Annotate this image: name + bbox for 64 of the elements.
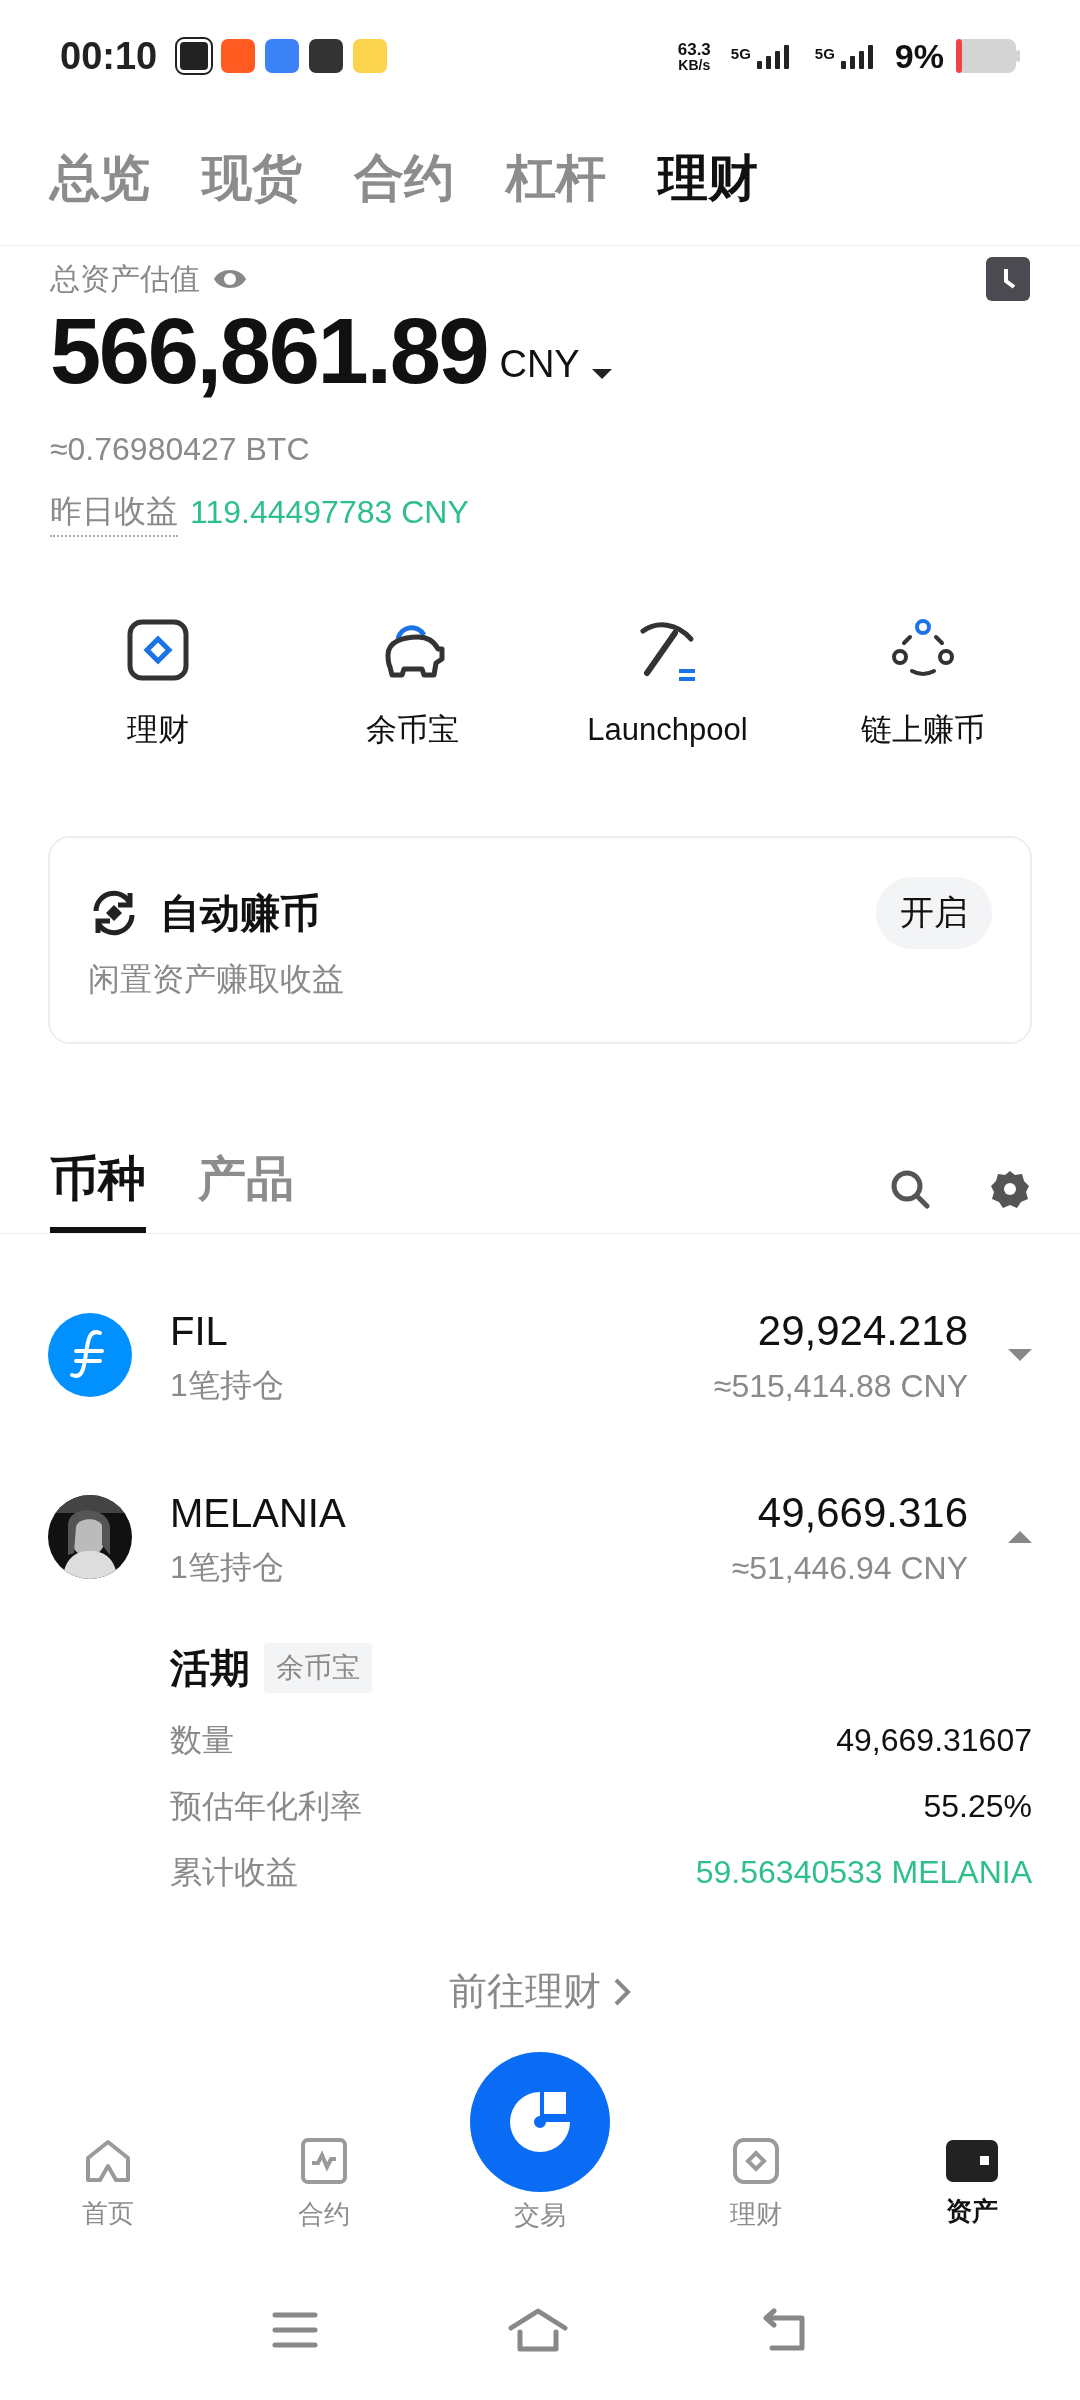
- yesterday-earnings: 119.44497783 CNY: [190, 493, 469, 532]
- position-count: 1笔持仓: [170, 1365, 284, 1405]
- shortcut-label: Launchpool: [587, 711, 748, 749]
- battery-percent: 9%: [894, 35, 944, 77]
- position-count: 1笔持仓: [170, 1547, 285, 1587]
- coin-amount: 49,669.316: [757, 1488, 968, 1538]
- coin-row[interactable]: FIL 1笔持仓 29,924.218 ≈515,414.88 CNY: [0, 1263, 1080, 1446]
- coin-symbol: MELANIA: [170, 1489, 346, 1537]
- nav-tab[interactable]: 资产: [864, 2110, 1080, 2260]
- history-icon[interactable]: [986, 256, 1030, 301]
- app-icon: [177, 39, 212, 73]
- trade-logo-icon[interactable]: [470, 2052, 610, 2192]
- btc-equivalent: ≈0.76980427 BTC: [50, 430, 311, 469]
- asset-label: 总资产估值: [50, 261, 200, 297]
- shortcut-label: 理财: [126, 711, 189, 749]
- home-icon[interactable]: [508, 2308, 568, 2352]
- caret-down-icon[interactable]: [591, 367, 612, 381]
- currency-selector[interactable]: CNY: [499, 336, 580, 393]
- shortcut[interactable]: 链上赚币: [795, 615, 1050, 754]
- coin-symbol: FIL: [170, 1307, 229, 1355]
- detail-label: 累计收益: [170, 1852, 298, 1892]
- app-icon: [221, 39, 256, 73]
- home-icon: [84, 2137, 132, 2184]
- detail-label: 数量: [170, 1720, 234, 1760]
- coin-amount: 29,924.218: [757, 1306, 968, 1356]
- app-icon: [353, 39, 388, 73]
- detail-value: 59.56340533 MELANIA: [695, 1852, 1032, 1892]
- network-type: 5G: [730, 44, 751, 64]
- auto-earn-subtitle: 闲置资产赚取收益: [88, 959, 345, 999]
- nav-tab[interactable]: 合约: [216, 2110, 432, 2260]
- product-title: 活期: [170, 1644, 250, 1692]
- clock: 00:10: [60, 33, 158, 79]
- settings-icon[interactable]: [990, 1168, 1030, 1209]
- enable-button[interactable]: 开启: [876, 876, 992, 949]
- coin-value: ≈51,446.94 CNY: [731, 1549, 968, 1588]
- search-icon[interactable]: [890, 1168, 930, 1209]
- coin-row[interactable]: MELANIA 1笔持仓 49,669.316 ≈51,446.94 CNY: [0, 1445, 1080, 1628]
- detail-value: 49,669.31607: [836, 1720, 1032, 1760]
- menu-icon[interactable]: [272, 2311, 318, 2349]
- detail-label: 预估年化利率: [170, 1786, 362, 1826]
- coin-value: ≈515,414.88 CNY: [713, 1367, 968, 1406]
- chevron-right-icon[interactable]: [613, 1976, 631, 2007]
- wallet-icon: [946, 2139, 998, 2182]
- shortcut[interactable]: 理财: [30, 615, 285, 754]
- auto-earn-title: 自动赚币: [160, 889, 320, 937]
- network-speed-unit: KB/s: [678, 57, 711, 72]
- tab[interactable]: 理财: [658, 141, 758, 216]
- chart-icon: [300, 2136, 348, 2185]
- battery-icon: [956, 39, 1020, 73]
- diamond-card-icon: [732, 2136, 780, 2185]
- network-speed: 63.3: [677, 40, 711, 58]
- caret-up-icon[interactable]: [1008, 1528, 1032, 1545]
- yesterday-label: 昨日收益: [50, 487, 178, 537]
- detail-value: 55.25%: [923, 1786, 1032, 1826]
- tab[interactable]: 币种: [50, 1142, 146, 1233]
- app-icon: [265, 39, 300, 73]
- app-icon: [309, 39, 344, 73]
- shortcut[interactable]: 余币宝: [285, 615, 540, 754]
- shortcut-label: 链上赚币: [860, 711, 985, 749]
- product-tag: 余币宝: [264, 1642, 372, 1693]
- shortcut-label: 余币宝: [366, 711, 459, 749]
- shortcut[interactable]: Launchpool: [540, 615, 795, 754]
- total-amount: 566,861.89: [50, 305, 488, 397]
- network-type: 5G: [814, 44, 835, 64]
